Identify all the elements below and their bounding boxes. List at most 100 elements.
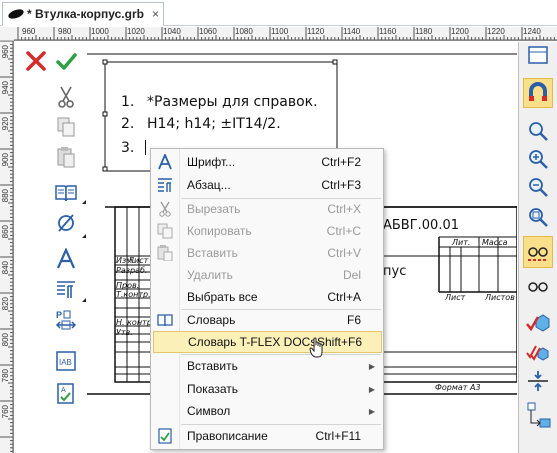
menu-item-label: Словарь [187, 313, 236, 327]
font-button[interactable] [53, 246, 79, 272]
spellcheck-button[interactable]: A [53, 380, 79, 406]
note-text: H14; h14; ±IT14/2. [147, 116, 281, 132]
check-3d-button[interactable] [525, 310, 551, 336]
menu-item-shortcut: Ctrl+F11 [315, 429, 361, 443]
ruler-left-label: 840 [1, 261, 10, 275]
paragraph-icon [157, 177, 173, 193]
ruler-top-label: 1040 [163, 27, 181, 36]
menu-item-label: Выбрать все [187, 290, 258, 304]
zoom-all-button[interactable] [525, 204, 551, 230]
structure-button[interactable] [525, 400, 553, 430]
zoom-out-icon [529, 178, 548, 197]
document-tab-strip: * Втулка-корпус.grb × [0, 0, 557, 26]
copy-button[interactable] [53, 114, 79, 140]
left-toolbar: P IAB A [15, 42, 105, 453]
menu-item-shortcut: Shift+F6 [316, 335, 362, 349]
text-frame-button[interactable]: IAB [53, 348, 79, 374]
dictionary-button[interactable] [53, 180, 79, 206]
ruler-top-label: 960 [22, 27, 36, 36]
panel-icon [528, 46, 548, 64]
ruler-top-label: 1180 [415, 27, 433, 36]
tool-button[interactable] [525, 44, 551, 66]
submenu-arrow-icon: ▶ [368, 384, 375, 394]
zoom-out-button[interactable] [525, 174, 551, 200]
diameter-symbol-button[interactable] [53, 210, 79, 236]
ruler-top-label: 1240 [523, 27, 541, 36]
hide-constraints-button[interactable] [525, 274, 551, 300]
ruler-top-label: 1020 [127, 27, 145, 36]
menu-item-cut[interactable]: Вырезать Ctrl+X [151, 198, 383, 220]
menu-item-font[interactable]: Шрифт... Ctrl+F2 [151, 151, 383, 173]
paste-button[interactable] [53, 144, 79, 170]
book-icon [55, 185, 77, 202]
mouse-pointer-icon [309, 337, 323, 358]
grb-file-icon [7, 7, 25, 21]
menu-item-label: Вставить [187, 359, 238, 373]
ruler-left-label: 920 [1, 117, 10, 131]
ruler-top-label: 1100 [271, 27, 289, 36]
zoom-window-button[interactable] [525, 118, 551, 144]
menu-item-paragraph[interactable]: Абзац... Ctrl+F3 [151, 174, 383, 196]
note-number: 1. [121, 94, 135, 110]
menu-item-show-submenu[interactable]: Показать ▶ [151, 378, 383, 400]
snap-magnet-button[interactable] [523, 78, 553, 108]
svg-text:IAB: IAB [59, 358, 72, 367]
checkmark-icon [56, 53, 77, 70]
menu-item-insert-submenu[interactable]: Вставить ▶ [151, 355, 383, 377]
ruler-left-label: 800 [1, 333, 10, 347]
ruler-top-label: 1200 [451, 27, 469, 36]
font-icon [56, 248, 76, 269]
menu-item-dictionary[interactable]: Словарь F6 [151, 309, 383, 331]
show-constraints-button[interactable] [523, 236, 553, 268]
menu-item-paste[interactable]: Вставить Ctrl+V [151, 242, 383, 264]
menu-item-spellcheck[interactable]: Правописание Ctrl+F11 [151, 425, 383, 447]
ruler-left-label: 780 [1, 369, 10, 383]
menu-item-copy[interactable]: Копировать Ctrl+C [151, 220, 383, 242]
text-cursor [145, 140, 146, 155]
tb-row-label: Лист [128, 256, 149, 265]
designation-text: АБВГ.00.01 [383, 218, 460, 233]
font-icon [157, 154, 173, 170]
align-button[interactable] [525, 368, 551, 394]
confirm-button[interactable] [53, 48, 79, 74]
zoom-in-button[interactable] [525, 146, 551, 172]
spellcheck-icon [157, 428, 173, 444]
menu-item-label: Копировать [187, 224, 252, 238]
menu-item-select-all[interactable]: Выбрать все Ctrl+A [151, 286, 383, 308]
submenu-arrow-icon: ▶ [368, 361, 375, 371]
ruler-left-label: 900 [1, 153, 10, 167]
document-tab[interactable]: * Втулка-корпус.grb × [2, 2, 164, 26]
magnet-icon [529, 82, 547, 101]
mass-label: Масса [482, 238, 508, 247]
glasses-icon [528, 247, 548, 261]
cancel-button[interactable] [23, 48, 49, 74]
menu-item-label: Символ [187, 404, 231, 418]
cut-button[interactable] [53, 84, 79, 110]
field-insert-icon: P [55, 310, 77, 330]
copy-icon [157, 223, 173, 239]
menu-item-symbol-submenu[interactable]: Символ ▶ [151, 400, 383, 422]
menu-item-delete[interactable]: Удалить Del [151, 264, 383, 286]
ruler-top-label: 1120 [307, 27, 325, 36]
menu-item-shortcut: Ctrl+X [327, 202, 361, 216]
check-3d-all-button[interactable] [525, 340, 551, 366]
zoom-icon [529, 122, 548, 141]
lit-label: Лит. [452, 238, 471, 247]
ruler-left-label: 880 [1, 189, 10, 203]
note-number: 3. [121, 140, 135, 156]
paragraph-button[interactable] [53, 276, 79, 302]
ruler-left-label: 940 [1, 81, 10, 95]
menu-item-label: Шрифт... [187, 155, 236, 169]
vertical-ruler: 960 940 920 900 880 860 840 820 800 780 … [0, 41, 14, 453]
clipboard-icon [57, 147, 75, 168]
menu-item-label: Удалить [187, 268, 233, 282]
close-icon[interactable]: × [152, 7, 159, 21]
insert-field-button[interactable]: P [53, 308, 79, 334]
horizontal-ruler: 960 980 1000 1020 1040 1060 1080 1100 11… [0, 27, 557, 41]
cross-icon [26, 51, 46, 71]
menu-item-dictionary-tflex-docs[interactable]: Словарь T-FLEX DOCs Shift+F6 [153, 331, 382, 353]
menu-item-label: Абзац... [187, 178, 231, 192]
ruler-top-label: 1220 [487, 27, 505, 36]
menu-item-label: Вырезать [187, 202, 241, 216]
structure-icon [527, 402, 551, 428]
